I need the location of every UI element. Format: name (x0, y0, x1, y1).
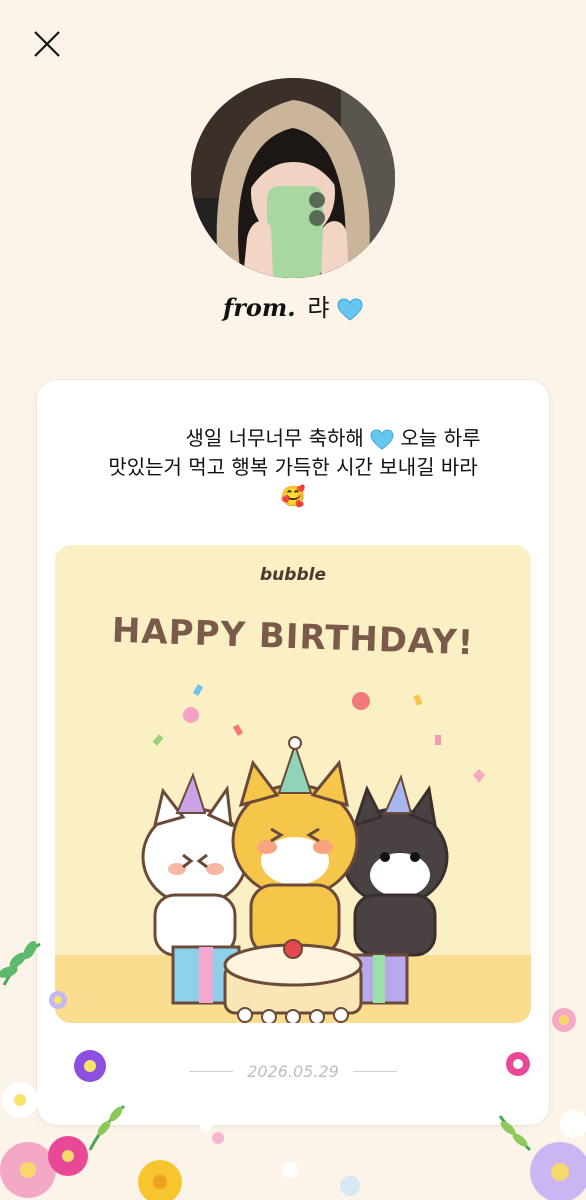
avatar-photo (191, 78, 395, 278)
divider (352, 1070, 397, 1072)
bubble-logo: bubble (260, 565, 326, 585)
message-line-2: 맛있는거 먹고 행복 가득한 시간 보내길 바라 (108, 455, 478, 479)
sender-name: 랴 (307, 294, 330, 322)
date-row: 2026.05.29 (37, 1060, 549, 1082)
message-line-1: 생일 너무너무 축하해 (185, 426, 364, 450)
sender-avatar (191, 78, 395, 278)
from-label: from. (222, 293, 296, 322)
message-emoji: 🥰 (280, 484, 306, 508)
banner-title: HAPPY BIRTHDAY! (111, 610, 475, 664)
close-button[interactable] (26, 26, 66, 66)
sender-line: from. 랴 (0, 288, 586, 323)
birthday-banner: bubble HAPPY BIRTHDAY! (55, 545, 531, 1023)
close-icon (34, 31, 60, 57)
message-date: 2026.05.29 (247, 1061, 339, 1081)
message-card: 생일 너무너무 축하해 오늘 하루 맛있는거 먹고 행복 가득한 시간 보내길 … (37, 380, 549, 1125)
blue-heart-icon (337, 297, 363, 321)
message-line-1-cont: 오늘 하루 (400, 426, 481, 450)
blue-heart-icon (370, 428, 394, 450)
birthday-dogs-illustration (141, 684, 485, 1023)
message-text: 생일 너무너무 축하해 오늘 하루 맛있는거 먹고 행복 가득한 시간 보내길 … (37, 424, 549, 511)
divider (189, 1070, 234, 1072)
